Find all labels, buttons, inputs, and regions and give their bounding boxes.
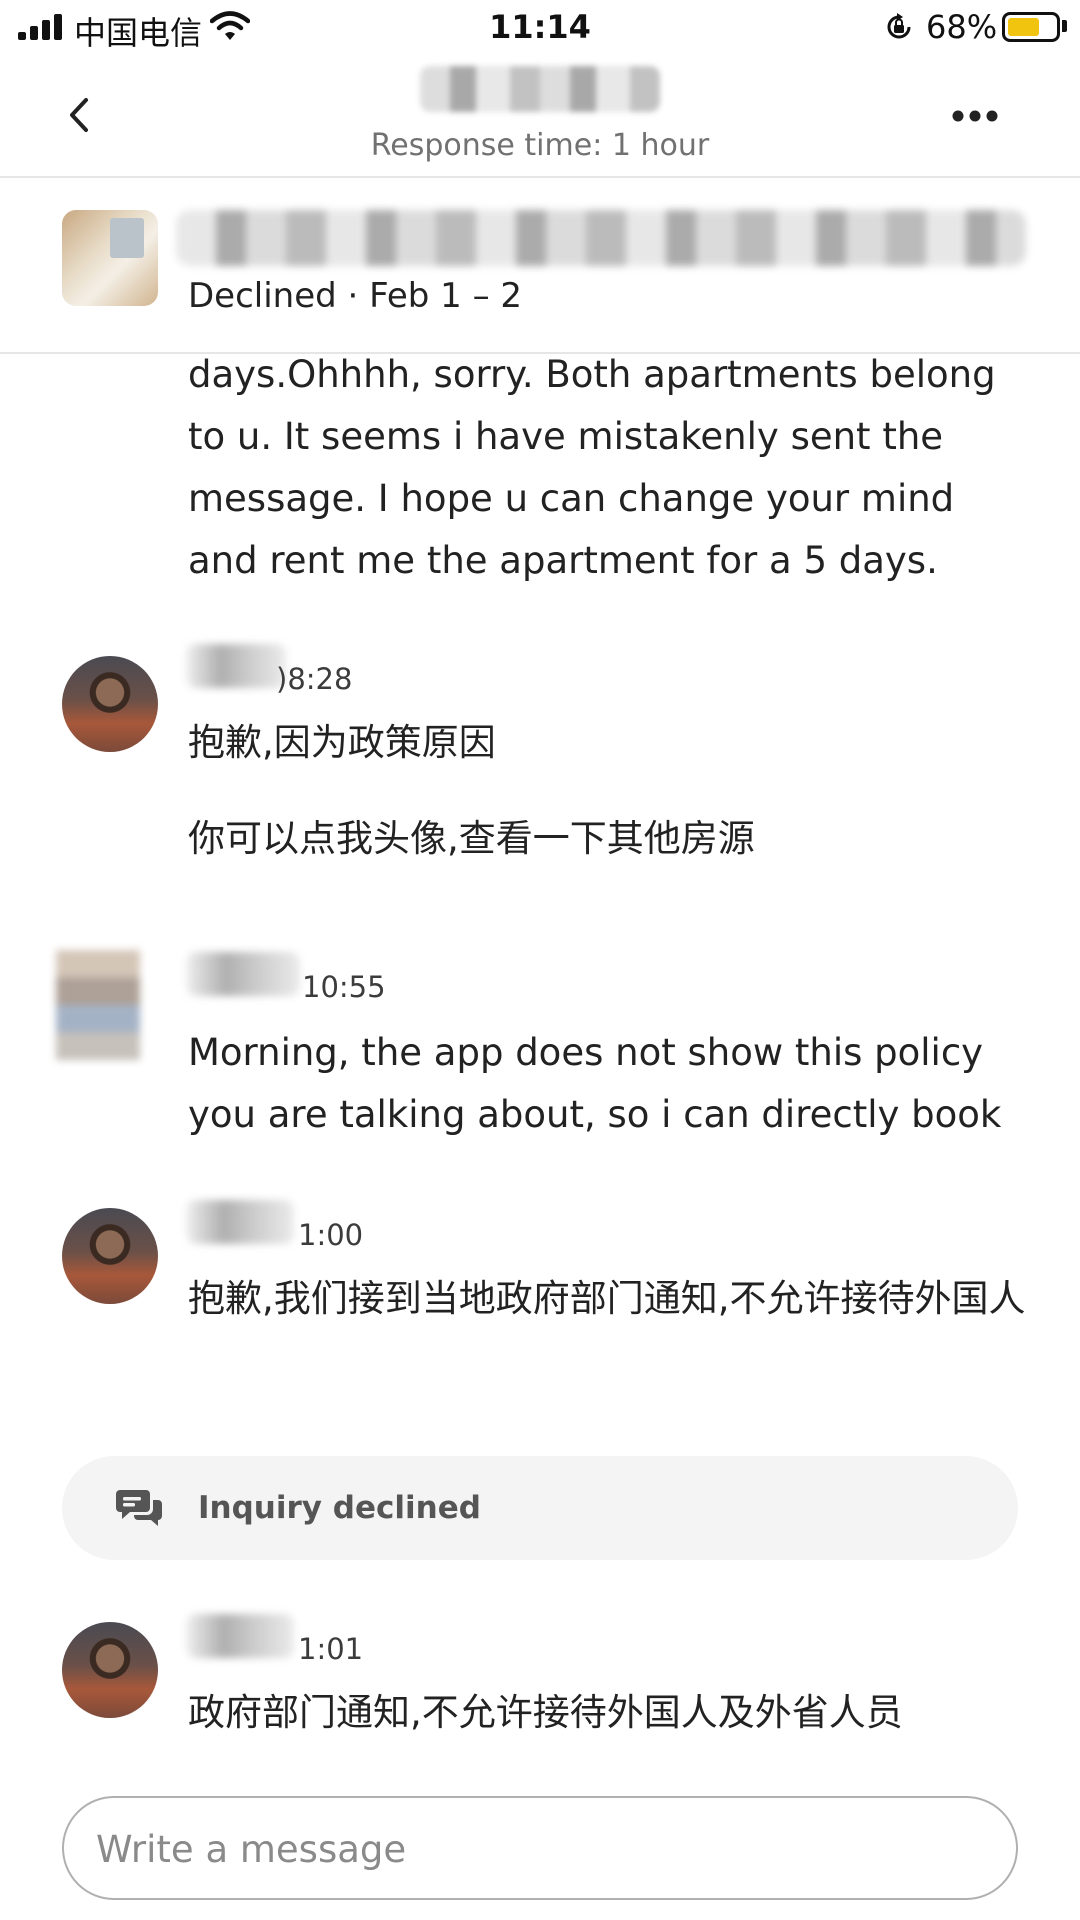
host-avatar[interactable] <box>62 656 158 752</box>
conversation-header: Response time: 1 hour <box>0 56 1080 178</box>
more-dots-icon[interactable] <box>950 108 1000 124</box>
message-time: 1:00 <box>298 1218 364 1252</box>
reservation-status: Declined · Feb 1 – 2 <box>188 276 523 316</box>
listing-summary[interactable]: Declined · Feb 1 – 2 <box>0 180 1080 354</box>
message-time: )8:28 <box>276 662 353 696</box>
inquiry-declined-banner: Inquiry declined <box>62 1456 1018 1560</box>
sender-name-redacted <box>186 1614 294 1658</box>
status-bar: 中国电信 11:14 68% <box>0 0 1080 56</box>
sender-name-redacted <box>186 1200 294 1244</box>
status-time: 11:14 <box>489 8 591 46</box>
message-text: 你可以点我头像,查看一下其他房源 <box>188 817 755 860</box>
host-avatar[interactable] <box>62 1622 158 1718</box>
host-name-redacted <box>420 66 660 112</box>
message-text: days.Ohhhh, sorry. Both apartments belon… <box>188 353 996 582</box>
message-composer[interactable] <box>62 1796 1018 1900</box>
battery-tip <box>1062 20 1067 32</box>
listing-title-redacted <box>176 210 1026 266</box>
guest-avatar-redacted[interactable] <box>56 950 140 1060</box>
message-time: 10:55 <box>302 970 386 1004</box>
sender-name-redacted <box>186 644 286 688</box>
battery-level-fill <box>1008 18 1039 36</box>
orientation-lock-icon <box>887 13 911 39</box>
listing-thumbnail[interactable] <box>62 210 158 306</box>
battery-percent: 68% <box>926 8 998 46</box>
message-text: 抱歉,因为政策原因 <box>188 721 496 764</box>
response-time: Response time: 1 hour <box>370 128 710 163</box>
message-time: 1:01 <box>298 1632 364 1666</box>
battery-icon <box>1002 12 1060 42</box>
chat-bubbles-icon <box>116 1490 162 1526</box>
message-text: 政府部门通知,不允许接待外国人及外省人员 <box>188 1691 903 1734</box>
message-text: 抱歉,我们接到当地政府部门通知,不允许接待外国人 <box>188 1277 1026 1320</box>
event-label: Inquiry declined <box>198 1490 481 1526</box>
sender-name-redacted <box>186 952 300 996</box>
message-text: Morning, the app does not show this poli… <box>188 1031 1002 1136</box>
host-avatar[interactable] <box>62 1208 158 1304</box>
message-input[interactable] <box>96 1818 976 1880</box>
